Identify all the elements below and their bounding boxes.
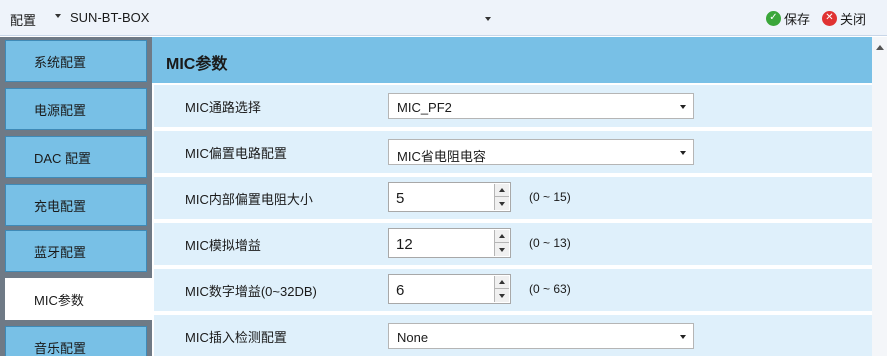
chevron-down-icon bbox=[680, 335, 686, 339]
stepper-value: 6 bbox=[396, 282, 405, 299]
setting-row-mic-detect: MIC插入检测配置 None bbox=[154, 315, 872, 356]
device-select[interactable]: SUN-BT-BOX bbox=[64, 5, 498, 29]
setting-label: MIC偏置电路配置 bbox=[185, 146, 287, 161]
sidebar-item-power[interactable]: 电源配置 bbox=[5, 88, 147, 130]
range-hint: (0 ~ 13) bbox=[529, 236, 571, 250]
sidebar-item-label: 充电配置 bbox=[34, 198, 87, 214]
check-icon: ✓ bbox=[766, 10, 781, 26]
stepper-value: 5 bbox=[396, 190, 405, 207]
setting-label: MIC模拟增益 bbox=[185, 238, 261, 253]
chevron-down-icon bbox=[680, 151, 686, 155]
chevron-down-icon bbox=[499, 293, 505, 298]
setting-label: MIC插入检测配置 bbox=[185, 330, 287, 345]
stepper-buttons bbox=[494, 230, 509, 256]
range-hint: (0 ~ 63) bbox=[529, 282, 571, 296]
select-value: None bbox=[397, 330, 429, 345]
config-menu-label[interactable]: 配置 bbox=[10, 10, 36, 29]
close-button[interactable]: ✕ 关闭 bbox=[822, 9, 866, 27]
chevron-up-icon bbox=[499, 234, 505, 238]
close-label: 关闭 bbox=[840, 11, 867, 27]
chevron-down-icon bbox=[499, 201, 505, 206]
x-icon: ✕ bbox=[822, 10, 837, 26]
toolbar: 配置 SUN-BT-BOX ✓ 保存 ✕ 关闭 bbox=[0, 0, 887, 36]
setting-label: MIC内部偏置电阻大小 bbox=[185, 192, 313, 207]
sidebar-item-system[interactable]: 系统配置 bbox=[5, 40, 147, 82]
decrement-button[interactable] bbox=[495, 289, 509, 302]
decrement-button[interactable] bbox=[495, 243, 509, 256]
sidebar-item-label: MIC参数 bbox=[34, 292, 84, 308]
device-name: SUN-BT-BOX bbox=[70, 10, 150, 25]
range-hint: (0 ~ 15) bbox=[529, 190, 571, 204]
mic-params-panel: MIC参数 MIC通路选择 MIC_PF2 MIC偏置电路配置 MIC省电阻电容… bbox=[152, 37, 872, 356]
sidebar-item-mic[interactable]: MIC参数 bbox=[5, 278, 152, 320]
setting-row-mic-path: MIC通路选择 MIC_PF2 bbox=[154, 85, 872, 127]
scroll-up-icon[interactable] bbox=[876, 45, 884, 50]
sidebar-item-label: 系统配置 bbox=[34, 54, 87, 70]
sidebar-item-charge[interactable]: 充电配置 bbox=[5, 184, 147, 226]
sidebar-item-label: 电源配置 bbox=[34, 102, 87, 118]
mic-analog-gain-stepper[interactable]: 12 bbox=[388, 228, 511, 258]
sidebar-item-label: 音乐配置 bbox=[34, 340, 87, 356]
select-value: MIC省电阻电容 bbox=[397, 149, 486, 164]
sidebar-item-label: 蓝牙配置 bbox=[34, 244, 87, 260]
mic-bias-resistor-stepper[interactable]: 5 bbox=[388, 182, 511, 212]
save-label: 保存 bbox=[784, 11, 811, 27]
sidebar-item-music[interactable]: 音乐配置 bbox=[5, 326, 147, 356]
sidebar: 系统配置 电源配置 DAC 配置 充电配置 蓝牙配置 MIC参数 音乐配置 bbox=[0, 37, 152, 356]
setting-row-mic-digital-gain: MIC数字增益(0~32DB) 6 (0 ~ 63) bbox=[154, 269, 872, 311]
chevron-up-icon bbox=[499, 280, 505, 284]
stepper-value: 12 bbox=[396, 236, 413, 253]
decrement-button[interactable] bbox=[495, 197, 509, 210]
sidebar-item-label: DAC 配置 bbox=[34, 150, 92, 166]
sidebar-item-dac[interactable]: DAC 配置 bbox=[5, 136, 147, 178]
stepper-buttons bbox=[494, 184, 509, 210]
setting-label: MIC数字增益(0~32DB) bbox=[185, 284, 317, 299]
mic-digital-gain-stepper[interactable]: 6 bbox=[388, 274, 511, 304]
select-value: MIC_PF2 bbox=[397, 100, 452, 115]
increment-button[interactable] bbox=[495, 276, 509, 289]
setting-row-mic-analog-gain: MIC模拟增益 12 (0 ~ 13) bbox=[154, 223, 872, 265]
chevron-down-icon bbox=[499, 247, 505, 252]
chevron-down-icon bbox=[680, 105, 686, 109]
chevron-down-icon bbox=[485, 17, 491, 21]
mic-path-select[interactable]: MIC_PF2 bbox=[388, 93, 694, 119]
setting-label: MIC通路选择 bbox=[185, 100, 261, 115]
vertical-scrollbar[interactable] bbox=[872, 37, 887, 356]
panel-header: MIC参数 bbox=[152, 37, 872, 83]
mic-detect-select[interactable]: None bbox=[388, 323, 694, 349]
page-title: MIC参数 bbox=[166, 56, 228, 73]
mic-bias-circuit-select[interactable]: MIC省电阻电容 bbox=[388, 139, 694, 165]
sidebar-item-bluetooth[interactable]: 蓝牙配置 bbox=[5, 230, 147, 272]
increment-button[interactable] bbox=[495, 184, 509, 197]
increment-button[interactable] bbox=[495, 230, 509, 243]
stepper-buttons bbox=[494, 276, 509, 302]
chevron-down-icon[interactable] bbox=[55, 14, 61, 18]
chevron-up-icon bbox=[499, 188, 505, 192]
setting-row-mic-bias-circuit: MIC偏置电路配置 MIC省电阻电容 bbox=[154, 131, 872, 173]
save-button[interactable]: ✓ 保存 bbox=[766, 9, 810, 27]
setting-row-mic-bias-resistor: MIC内部偏置电阻大小 5 (0 ~ 15) bbox=[154, 177, 872, 219]
